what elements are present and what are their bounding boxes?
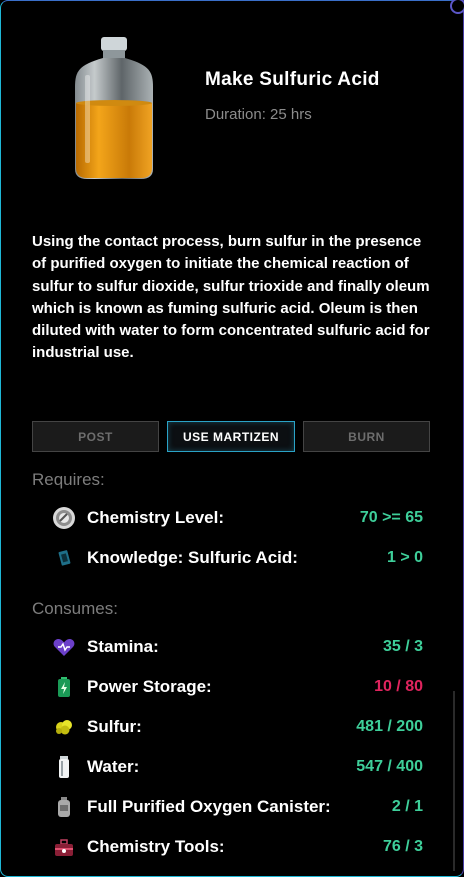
requirement-label: Knowledge: Sulfuric Acid: (87, 548, 298, 567)
consumable-row: Sulfur: 481 / 200 (51, 715, 423, 739)
scrollbar[interactable] (453, 691, 455, 871)
consumable-label: Stamina: (87, 637, 159, 656)
battery-icon (51, 675, 77, 699)
consumable-label: Chemistry Tools: (87, 837, 225, 856)
consumable-value: 2 / 1 (391, 798, 423, 815)
consumable-label: Full Purified Oxygen Canister: (87, 797, 331, 816)
consumable-row: Chemistry Tools: 76 / 3 (51, 835, 423, 859)
requirement-label: Chemistry Level: (87, 508, 224, 527)
consumable-value: 76 / 3 (382, 838, 423, 855)
consumable-value: 10 / 80 (374, 678, 423, 695)
use-martizen-button[interactable]: USE MARTIZEN (167, 421, 295, 452)
recipe-description: Using the contact process, burn sulfur i… (32, 233, 430, 362)
consumable-value: 35 / 3 (382, 638, 423, 655)
requirement-row: Knowledge: Sulfuric Acid: 1 > 0 (51, 546, 423, 570)
requirement-value: 70 >= 65 (359, 509, 423, 526)
oxygen-canister-icon (51, 795, 77, 819)
sulfur-icon (51, 715, 77, 739)
consumable-value: 547 / 400 (356, 758, 423, 775)
consumable-label: Sulfur: (87, 717, 142, 736)
consumable-value: 481 / 200 (356, 718, 423, 735)
consumable-row: Water: 547 / 400 (51, 755, 423, 779)
recipe-title: Make Sulfuric Acid (205, 69, 380, 90)
knowledge-card-icon (51, 546, 77, 570)
requires-heading: Requires: (32, 470, 105, 489)
sulfuric-acid-bottle-image (75, 37, 153, 179)
heart-icon (51, 635, 77, 659)
recipe-duration: Duration: 25 hrs (205, 106, 312, 123)
consumable-row: Stamina: 35 / 3 (51, 635, 423, 659)
consumable-label: Power Storage: (87, 677, 212, 696)
consumes-heading: Consumes: (32, 599, 118, 618)
recipe-panel: Make Sulfuric Acid Duration: 25 hrs Usin… (0, 0, 464, 877)
consumable-row: Power Storage: 10 / 80 (51, 675, 423, 699)
requirement-row: Chemistry Level: 70 >= 65 (51, 506, 423, 530)
consumable-row: Full Purified Oxygen Canister: 2 / 1 (51, 795, 423, 819)
panel-resize-handle[interactable] (450, 0, 464, 14)
burn-button[interactable]: BURN (303, 421, 430, 452)
chemistry-level-icon (51, 506, 77, 530)
post-button[interactable]: POST (32, 421, 159, 452)
consumable-label: Water: (87, 757, 140, 776)
toolbox-icon (51, 835, 77, 859)
water-icon (51, 755, 77, 779)
requirement-value: 1 > 0 (386, 549, 423, 566)
